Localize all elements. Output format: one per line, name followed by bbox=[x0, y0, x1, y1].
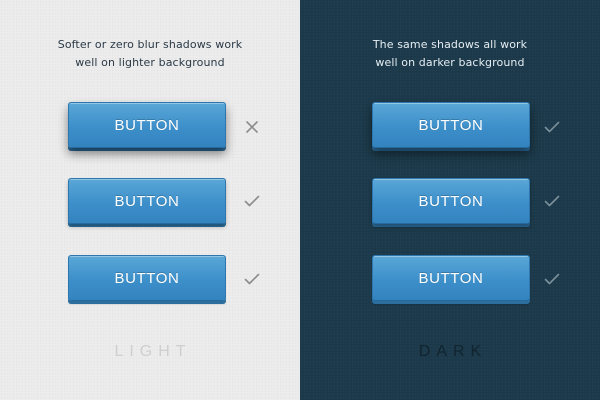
dark-button-strong-shadow[interactable]: BUTTON bbox=[372, 102, 530, 151]
light-panel: Softer or zero blur shadows work well on… bbox=[0, 0, 300, 400]
dark-caption-line-1: The same shadows all work bbox=[372, 38, 528, 51]
check-icon bbox=[244, 195, 260, 207]
light-button-soft-shadow[interactable]: BUTTON bbox=[68, 178, 226, 227]
dark-caption-line-2: well on darker background bbox=[375, 56, 525, 69]
dark-button-zero-blur-shadow[interactable]: BUTTON bbox=[372, 255, 530, 304]
light-caption-line-1: Softer or zero blur shadows work bbox=[57, 38, 243, 51]
light-caption-line-2: well on lighter background bbox=[75, 56, 225, 69]
light-button-strong-shadow[interactable]: BUTTON bbox=[68, 102, 226, 151]
dark-button-soft-shadow[interactable]: BUTTON bbox=[372, 178, 530, 227]
dark-footer-label: DARK bbox=[418, 343, 488, 360]
light-footer-label: LIGHT bbox=[114, 343, 192, 360]
check-icon bbox=[544, 195, 560, 207]
dark-caption: The same shadows all work well on darker… bbox=[300, 36, 600, 72]
check-icon bbox=[544, 121, 560, 133]
check-icon bbox=[544, 273, 560, 285]
comparison-stage: Softer or zero blur shadows work well on… bbox=[0, 0, 600, 400]
check-icon bbox=[244, 273, 260, 285]
cross-icon bbox=[246, 121, 258, 133]
dark-panel: The same shadows all work well on darker… bbox=[300, 0, 600, 400]
light-button-zero-blur-shadow[interactable]: BUTTON bbox=[68, 255, 226, 304]
light-caption: Softer or zero blur shadows work well on… bbox=[0, 36, 300, 72]
